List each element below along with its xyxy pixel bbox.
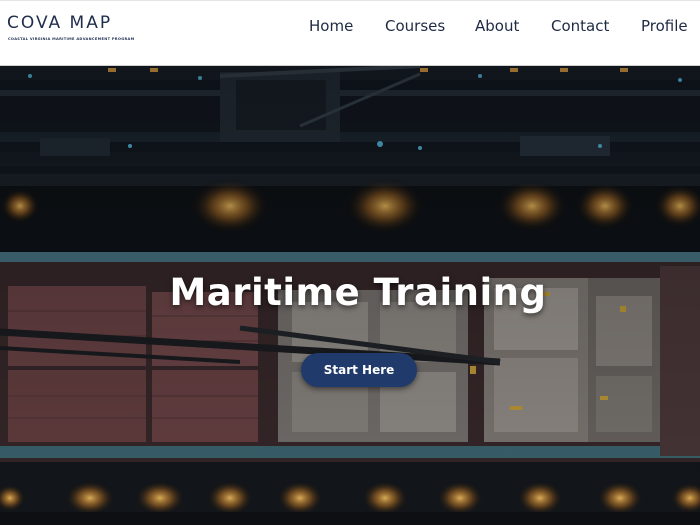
- nav-courses[interactable]: Courses: [385, 17, 445, 35]
- nav-home[interactable]: Home: [309, 17, 353, 35]
- hero-title: Maritime Training: [169, 271, 547, 314]
- site-header: COVA MAP COASTAL VIRGINIA MARITIME ADVAN…: [0, 0, 700, 66]
- nav-about[interactable]: About: [475, 17, 519, 35]
- logo-subtitle: COASTAL VIRGINIA MARITIME ADVANCEMENT PR…: [8, 37, 135, 41]
- nav-profile[interactable]: Profile: [641, 17, 688, 35]
- hero-section: Maritime Training Start Here: [0, 66, 700, 525]
- start-here-button[interactable]: Start Here: [301, 353, 417, 387]
- site-logo[interactable]: COVA MAP COASTAL VIRGINIA MARITIME ADVAN…: [6, 11, 146, 51]
- logo-title: COVA MAP: [7, 13, 113, 33]
- nav-contact[interactable]: Contact: [551, 17, 609, 35]
